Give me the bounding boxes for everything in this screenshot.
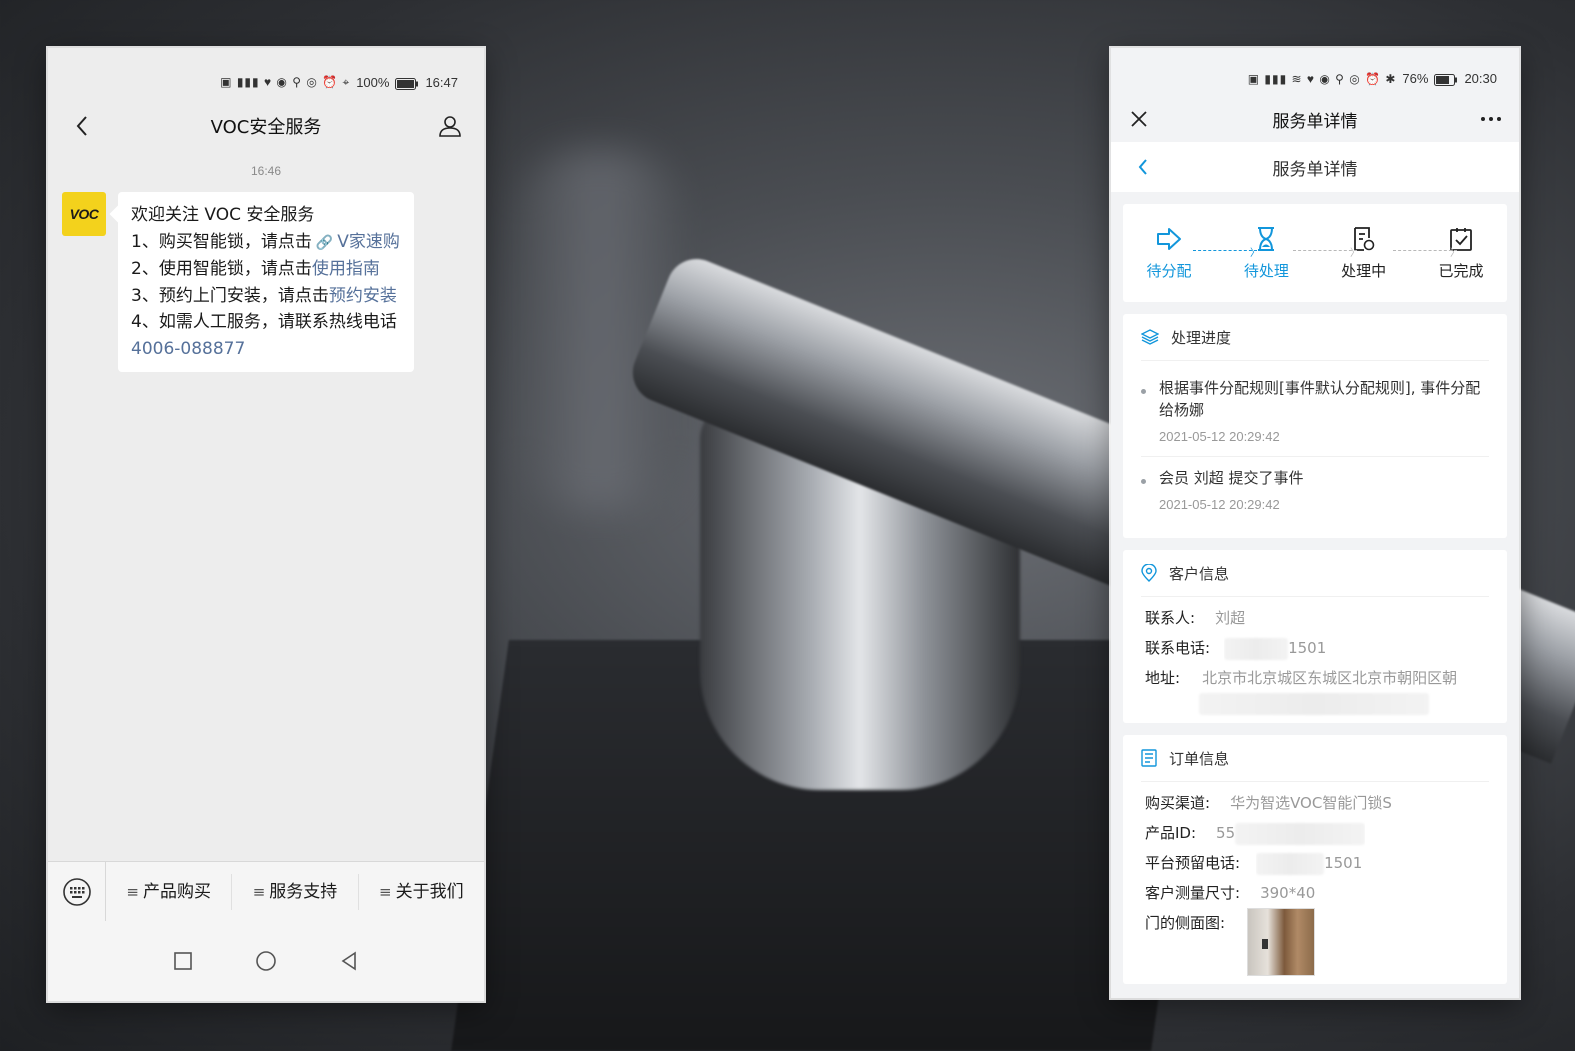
step-processing: 处理中 bbox=[1332, 224, 1396, 302]
background-base bbox=[451, 640, 1209, 1051]
battery-icon bbox=[395, 78, 419, 90]
contact-row: 联系人: 刘超 bbox=[1145, 609, 1246, 627]
message-timestamp: 16:46 bbox=[250, 164, 282, 178]
status-time: 16:47 bbox=[425, 75, 458, 90]
menu-lines-icon: ≡ bbox=[252, 882, 266, 901]
status-steps: 〉 〉 〉 待分配 待处理 处理中 已完成 bbox=[1123, 204, 1507, 302]
home-circle-icon[interactable] bbox=[255, 950, 277, 972]
webview-nav-bar: 服务单详情 bbox=[1111, 96, 1519, 142]
line-buy: 1、购买智能锁，请点击 🔗 V家速购 bbox=[131, 231, 400, 252]
menu-lines-icon: ≡ bbox=[126, 882, 139, 901]
platform-phone-row: 平台预留电话: 1501 bbox=[1145, 848, 1485, 878]
user-icon bbox=[439, 116, 461, 137]
layers-icon bbox=[1141, 329, 1159, 345]
door-image-row: 门的侧面图: bbox=[1145, 908, 1485, 976]
location-pin-icon bbox=[1141, 564, 1157, 582]
status-icons: ▣ ▮▮▮ ♥ ◉ ⚲ ◎ ⏰ ⌖ bbox=[220, 75, 351, 89]
background-blur bbox=[520, 150, 680, 510]
page-title: 服务单详情 bbox=[1272, 111, 1358, 132]
menu-lines-icon: ≡ bbox=[379, 882, 392, 901]
phone-row: 联系电话: 1501 bbox=[1145, 633, 1485, 663]
menu-service-support[interactable]: ≡ 服务支持 bbox=[232, 873, 359, 910]
address-row: 地址: 北京市北京城区东城区北京市朝阳区朝 bbox=[1145, 669, 1458, 687]
step-pending-assign: 待分配 bbox=[1137, 224, 1201, 302]
chat-nav-bar: VOC安全服务 bbox=[48, 104, 484, 148]
right-phone-screen: ▣ ▮▮▮ ≋ ♥ ◉ ⚲ ◎ ⏰ ✱ 76% 20:30 服务单详情 服务单详… bbox=[1111, 48, 1519, 998]
sub-title: 服务单详情 bbox=[1272, 159, 1358, 180]
order-header: 订单信息 bbox=[1123, 735, 1507, 781]
more-button[interactable] bbox=[1477, 105, 1505, 133]
welcome-line: 欢迎关注 VOC 安全服务 bbox=[131, 205, 315, 225]
customer-card: 客户信息 联系人: 刘超 联系电话: 1501 地址: 北京市北京城区东城区北京… bbox=[1123, 550, 1507, 723]
redacted-block bbox=[1235, 822, 1366, 845]
product-id-row: 产品ID: 55 bbox=[1145, 818, 1485, 848]
customer-header: 客户信息 bbox=[1123, 550, 1507, 596]
menu-product-buy[interactable]: ≡ 产品购买 bbox=[106, 873, 233, 910]
status-bar: ▣ ▮▮▮ ♥ ◉ ⚲ ◎ ⏰ ⌖ 100% 16:47 bbox=[48, 48, 484, 104]
page-title: VOC安全服务 bbox=[210, 117, 322, 138]
back-button[interactable] bbox=[68, 112, 96, 140]
status-time: 20:30 bbox=[1464, 71, 1497, 86]
status-bar: ▣ ▮▮▮ ≋ ♥ ◉ ⚲ ◎ ⏰ ✱ 76% 20:30 bbox=[1111, 48, 1519, 96]
battery-icon bbox=[1434, 74, 1458, 86]
sub-back-button[interactable] bbox=[1129, 153, 1157, 181]
menu-about-us[interactable]: ≡ 关于我们 bbox=[359, 874, 484, 910]
message-bubble: 欢迎关注 VOC 安全服务 1、购买智能锁，请点击 🔗 V家速购 2、使用智能锁，请… bbox=[118, 192, 414, 372]
more-dots-icon bbox=[1481, 117, 1501, 121]
recents-square-icon[interactable] bbox=[173, 951, 193, 971]
line-guide: 2、使用智能锁，请点击使用指南 bbox=[131, 259, 380, 279]
keyboard-toggle-button[interactable] bbox=[48, 862, 106, 921]
close-icon bbox=[1131, 111, 1147, 127]
left-phone-screen: ▣ ▮▮▮ ♥ ◉ ⚲ ◎ ⏰ ⌖ 100% 16:47 VOC安全服务 16:… bbox=[48, 48, 484, 1001]
chevron-left-icon bbox=[76, 116, 87, 136]
progress-card: 处理进度 根据事件分配规则[事件默认分配规则], 事件分配给杨娜 2021-05… bbox=[1123, 314, 1507, 538]
message-row: VOC 欢迎关注 VOC 安全服务 1、购买智能锁，请点击 🔗 V家速购 2、使用智… bbox=[62, 192, 484, 372]
customer-info: 联系人: 刘超 联系电话: 1501 地址: 北京市北京城区东城区北京市朝阳区朝 bbox=[1123, 597, 1507, 723]
install-link[interactable]: 预约安装 bbox=[329, 286, 397, 306]
progress-header: 处理进度 bbox=[1123, 314, 1507, 360]
redacted-block bbox=[1224, 637, 1289, 660]
redacted-block bbox=[1199, 693, 1429, 715]
keyboard-icon bbox=[62, 877, 91, 906]
battery-percent: 76% bbox=[1402, 71, 1429, 86]
status-icons: ▣ ▮▮▮ ≋ ♥ ◉ ⚲ ◎ ⏰ ✱ bbox=[1247, 72, 1397, 86]
status-steps-card: 〉 〉 〉 待分配 待处理 处理中 已完成 bbox=[1123, 204, 1507, 302]
step-completed: 已完成 bbox=[1429, 224, 1493, 302]
arrow-right-icon bbox=[1157, 228, 1181, 250]
order-card: 订单信息 购买渠道: 华为智选VOC智能门锁S 产品ID: 55 平台预留电话:… bbox=[1123, 735, 1507, 984]
door-handle-neck bbox=[700, 400, 1020, 790]
channel-row: 购买渠道: 华为智选VOC智能门锁S bbox=[1145, 794, 1392, 812]
link-icon: 🔗 bbox=[315, 234, 334, 251]
step-pending-process: 待处理 bbox=[1234, 224, 1298, 302]
sub-header: 服务单详情 bbox=[1111, 142, 1519, 192]
vjia-link[interactable]: V家速购 bbox=[337, 232, 400, 252]
guide-link[interactable]: 使用指南 bbox=[312, 259, 380, 279]
back-triangle-icon[interactable] bbox=[339, 951, 359, 971]
system-nav-bar bbox=[48, 921, 484, 1001]
hotline-link[interactable]: 4006-088877 bbox=[131, 339, 245, 359]
redacted-block bbox=[1256, 852, 1325, 875]
line-hotline: 4、如需人工服务，请联系热线电话 4006-088877 bbox=[131, 312, 397, 359]
size-row: 客户测量尺寸: 390*40 bbox=[1145, 884, 1316, 902]
progress-timeline: 根据事件分配规则[事件默认分配规则], 事件分配给杨娜 2021-05-12 2… bbox=[1123, 361, 1507, 538]
door-side-thumbnail[interactable] bbox=[1247, 908, 1316, 976]
bottom-menu: ≡ 产品购买 ≡ 服务支持 ≡ 关于我们 bbox=[48, 861, 484, 921]
order-info: 购买渠道: 华为智选VOC智能门锁S 产品ID: 55 平台预留电话: 1501… bbox=[1123, 782, 1507, 984]
battery-percent: 100% bbox=[356, 75, 390, 90]
line-install: 3、预约上门安装，请点击预约安装 bbox=[131, 285, 397, 306]
profile-button[interactable] bbox=[436, 112, 464, 140]
order-document-icon bbox=[1141, 749, 1157, 767]
close-button[interactable] bbox=[1125, 105, 1153, 133]
timeline-item: 根据事件分配规则[事件默认分配规则], 事件分配给杨娜 2021-05-12 2… bbox=[1141, 367, 1489, 456]
voc-avatar[interactable]: VOC bbox=[62, 192, 106, 236]
timeline-item: 会员 刘超 提交了事件 2021-05-12 20:29:42 bbox=[1141, 456, 1489, 524]
chevron-left-icon bbox=[1138, 159, 1147, 175]
